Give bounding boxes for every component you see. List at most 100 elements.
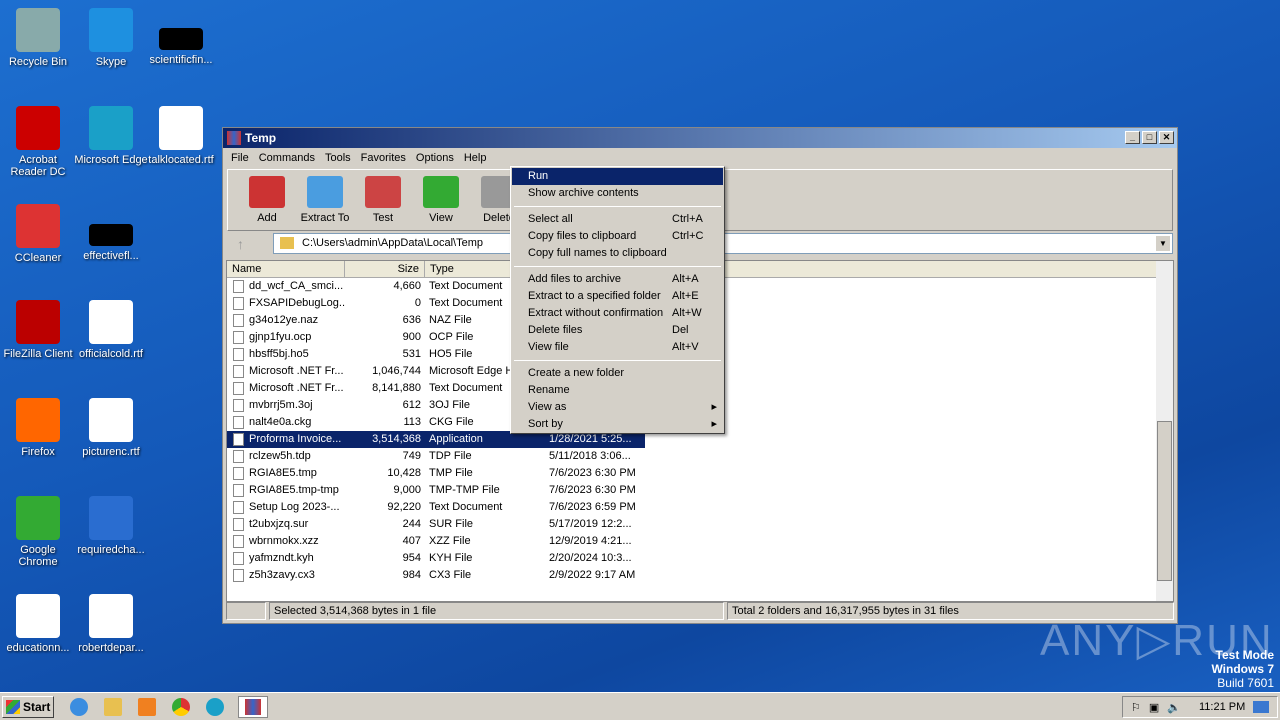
clock[interactable]: 11:21 PM <box>1199 701 1245 713</box>
show-desktop-icon[interactable] <box>1253 701 1270 713</box>
context-item-label: Show archive contents <box>528 187 639 199</box>
address-path: C:\Users\admin\AppData\Local\Temp <box>302 237 483 249</box>
winrar-taskbar-button[interactable] <box>238 695 268 718</box>
chrome-icon[interactable] <box>172 697 190 716</box>
file-row[interactable]: RGIA8E5.tmp-tmp 9,000 TMP-TMP File 7/6/2023… <box>227 482 1173 499</box>
file-row[interactable]: rclzew5h.tdp 749 TDP File 5/11/2018 3:06... <box>227 448 1173 465</box>
context-item-run[interactable]: Run <box>512 168 723 185</box>
file-type: Text Document <box>429 501 503 513</box>
ie-icon[interactable] <box>70 697 88 716</box>
flag-icon[interactable]: ⚐ <box>1131 701 1141 714</box>
desktop-icon-image <box>16 8 60 52</box>
context-item-rename[interactable]: Rename <box>512 382 723 399</box>
desktop-icon[interactable]: Google Chrome <box>0 496 76 568</box>
taskbar: Start ⚐ ▣ 🔈 11:21 PM <box>0 692 1280 720</box>
desktop-icon[interactable]: talklocated.rtf <box>143 106 219 166</box>
address-dropdown[interactable]: ▼ <box>1156 236 1170 251</box>
file-icon <box>233 433 244 446</box>
minimize-button[interactable]: _ <box>1125 131 1140 144</box>
file-size: 4,660 <box>393 280 421 292</box>
menu-favorites[interactable]: Favorites <box>356 152 411 164</box>
file-size: 954 <box>402 552 421 564</box>
file-row[interactable]: z5h3zavy.cx3 984 CX3 File 2/9/2022 9:17 AM <box>227 567 1173 584</box>
context-item-view-as[interactable]: View as ▸ <box>512 399 723 416</box>
desktop-icon[interactable]: requiredcha... <box>73 496 149 556</box>
desktop-icon[interactable]: Firefox <box>0 398 76 458</box>
media-player-icon[interactable] <box>138 697 156 716</box>
toolbar-label: Extract To <box>300 212 350 224</box>
context-item-show-archive-contents[interactable]: Show archive contents <box>512 185 723 202</box>
file-name: Microsoft .NET Fr... <box>249 382 344 394</box>
volume-icon[interactable]: 🔈 <box>1167 701 1181 714</box>
context-item-extract-without-confirmation[interactable]: Extract without confirmation Alt+W <box>512 305 723 322</box>
add-icon <box>249 176 285 208</box>
context-item-delete-files[interactable]: Delete files Del <box>512 322 723 339</box>
context-item-extract-to-a-specified-folder[interactable]: Extract to a specified folder Alt+E <box>512 288 723 305</box>
network-icon[interactable]: ▣ <box>1149 701 1159 714</box>
desktop-icon-label: talklocated.rtf <box>148 154 214 166</box>
edge-icon[interactable] <box>206 697 224 716</box>
file-name: RGIA8E5.tmp-tmp <box>249 484 339 496</box>
column-header-size[interactable]: Size <box>345 261 425 277</box>
file-row[interactable]: wbrnmokx.xzz 407 XZZ File 12/9/2019 4:21... <box>227 533 1173 550</box>
desktop-icon[interactable]: Acrobat Reader DC <box>0 106 76 178</box>
scroll-thumb[interactable] <box>1157 421 1172 581</box>
start-button[interactable]: Start <box>2 695 54 718</box>
toolbar-test-button[interactable]: Test <box>354 170 412 230</box>
desktop-icon[interactable]: CCleaner <box>0 204 76 264</box>
desktop-icon[interactable]: picturenc.rtf <box>73 398 149 458</box>
menu-separator <box>514 206 721 207</box>
context-item-create-a-new-folder[interactable]: Create a new folder <box>512 365 723 382</box>
toolbar-label: View <box>429 212 453 224</box>
desktop-icon-label: officialcold.rtf <box>79 348 143 360</box>
toolbar-view-button[interactable]: View <box>412 170 470 230</box>
toolbar-add-button[interactable]: Add <box>238 170 296 230</box>
column-header-name[interactable]: Name <box>227 261 345 277</box>
desktop-icon-image <box>159 106 203 150</box>
title-bar[interactable]: Temp _ □ ✕ <box>223 128 1177 148</box>
close-button[interactable]: ✕ <box>1159 131 1174 144</box>
menu-file[interactable]: File <box>226 152 254 164</box>
file-type: KYH File <box>429 552 473 564</box>
context-item-view-file[interactable]: View file Alt+V <box>512 339 723 356</box>
winrar-icon <box>227 131 241 145</box>
context-item-label: Run <box>528 170 549 182</box>
menu-tools[interactable]: Tools <box>320 152 356 164</box>
file-row[interactable]: yafmzndt.kyh 954 KYH File 2/20/2024 10:3... <box>227 550 1173 567</box>
extract-to-icon <box>307 176 343 208</box>
explorer-icon[interactable] <box>104 697 122 716</box>
file-date: 5/11/2018 3:06... <box>549 450 631 462</box>
maximize-button[interactable]: □ <box>1142 131 1157 144</box>
context-item-add-files-to-archive[interactable]: Add files to archive Alt+A <box>512 271 723 288</box>
file-name: z5h3zavy.cx3 <box>249 569 315 581</box>
desktop-icon[interactable]: FileZilla Client <box>0 300 76 360</box>
vertical-scrollbar[interactable] <box>1156 261 1173 601</box>
desktop-icon[interactable]: Skype <box>73 8 149 68</box>
desktop-icon[interactable]: Recycle Bin <box>0 8 76 68</box>
desktop-icon[interactable]: officialcold.rtf <box>73 300 149 360</box>
desktop-icon-image <box>159 28 203 50</box>
menu-help[interactable]: Help <box>459 152 492 164</box>
file-icon <box>233 399 244 412</box>
file-row[interactable]: t2ubxjzq.sur 244 SUR File 5/17/2019 12:2... <box>227 516 1173 533</box>
toolbar-extract-to-button[interactable]: Extract To <box>296 170 354 230</box>
desktop-icon[interactable]: scientificfin... <box>143 8 219 66</box>
shortcut: Alt+E <box>672 290 699 302</box>
menu-options[interactable]: Options <box>411 152 459 164</box>
file-name: mvbrrj5m.3oj <box>249 399 313 411</box>
folder-icon <box>280 237 294 249</box>
context-item-copy-full-names-to-clipboard[interactable]: Copy full names to clipboard <box>512 245 723 262</box>
desktop-icon[interactable]: educationn... <box>0 594 76 654</box>
context-item-select-all[interactable]: Select all Ctrl+A <box>512 211 723 228</box>
desktop-icon[interactable]: effectivefl... <box>73 204 149 262</box>
file-icon <box>233 518 244 531</box>
file-row[interactable]: Setup Log 2023-... 92,220 Text Document 7/6… <box>227 499 1173 516</box>
desktop-icon[interactable]: Microsoft Edge <box>73 106 149 166</box>
context-item-sort-by[interactable]: Sort by ▸ <box>512 416 723 433</box>
menu-commands[interactable]: Commands <box>254 152 320 164</box>
file-name: Microsoft .NET Fr... <box>249 365 344 377</box>
desktop-icon[interactable]: robertdepar... <box>73 594 149 654</box>
context-item-copy-files-to-clipboard[interactable]: Copy files to clipboard Ctrl+C <box>512 228 723 245</box>
up-button[interactable]: ↑ <box>237 236 244 252</box>
file-row[interactable]: RGIA8E5.tmp 10,428 TMP File 7/6/2023 6:30 P… <box>227 465 1173 482</box>
